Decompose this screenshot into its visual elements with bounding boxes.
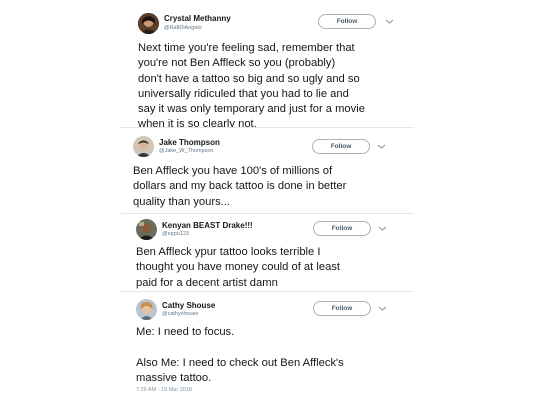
avatar-image <box>138 13 159 34</box>
follow-button[interactable]: Follow <box>313 301 371 316</box>
tweet-text: Me: I need to focus. Also Me: I need to … <box>136 326 344 384</box>
tweet-card: Cathy Shouse @cathyshouse Follow Me: I n… <box>121 292 414 398</box>
tweet-author-name[interactable]: Kenyan BEAST Drake!!! <box>162 221 253 230</box>
tweet-author-handle[interactable]: @eppo123 <box>162 231 189 237</box>
tweet-card: Kenyan BEAST Drake!!! @eppo123 Follow Be… <box>121 214 414 290</box>
chevron-down-icon[interactable] <box>378 225 387 232</box>
tweet-author-handle[interactable]: @cathyshouse <box>162 311 198 317</box>
tweet-author-handle[interactable]: @RafiDiAngelo <box>164 25 202 31</box>
avatar-image <box>136 299 157 320</box>
avatar[interactable] <box>136 299 157 320</box>
avatar-image <box>133 136 154 157</box>
follow-button[interactable]: Follow <box>312 139 370 154</box>
chevron-down-icon[interactable] <box>378 305 387 312</box>
follow-button[interactable]: Follow <box>318 14 376 29</box>
avatar-image <box>136 219 157 240</box>
tweet-author-handle[interactable]: @Jake_W_Thompson <box>159 148 214 154</box>
avatar[interactable] <box>133 136 154 157</box>
tweet-card: Jake Thompson @Jake_W_Thompson Follow Be… <box>121 128 414 212</box>
avatar[interactable] <box>138 13 159 34</box>
tweet-text: Ben Affleck you have 100's of millions o… <box>133 165 347 208</box>
tweet-timestamp[interactable]: 7:29 AM - 19 Mar 2018 <box>136 387 192 393</box>
tweet-author-name[interactable]: Crystal Methanny <box>164 14 231 23</box>
chevron-down-icon[interactable] <box>377 143 386 150</box>
avatar[interactable] <box>136 219 157 240</box>
tweet-text: Next time you're feeling sad, remember t… <box>138 42 365 131</box>
tweet-author-name[interactable]: Cathy Shouse <box>162 301 215 310</box>
chevron-down-icon[interactable] <box>385 18 394 25</box>
tweet-author-name[interactable]: Jake Thompson <box>159 138 220 147</box>
tweet-card: Crystal Methanny @RafiDiAngelo Follow Ne… <box>121 8 414 130</box>
follow-button[interactable]: Follow <box>313 221 371 236</box>
tweet-text: Ben Affleck ypur tattoo looks terrible I… <box>136 246 340 289</box>
